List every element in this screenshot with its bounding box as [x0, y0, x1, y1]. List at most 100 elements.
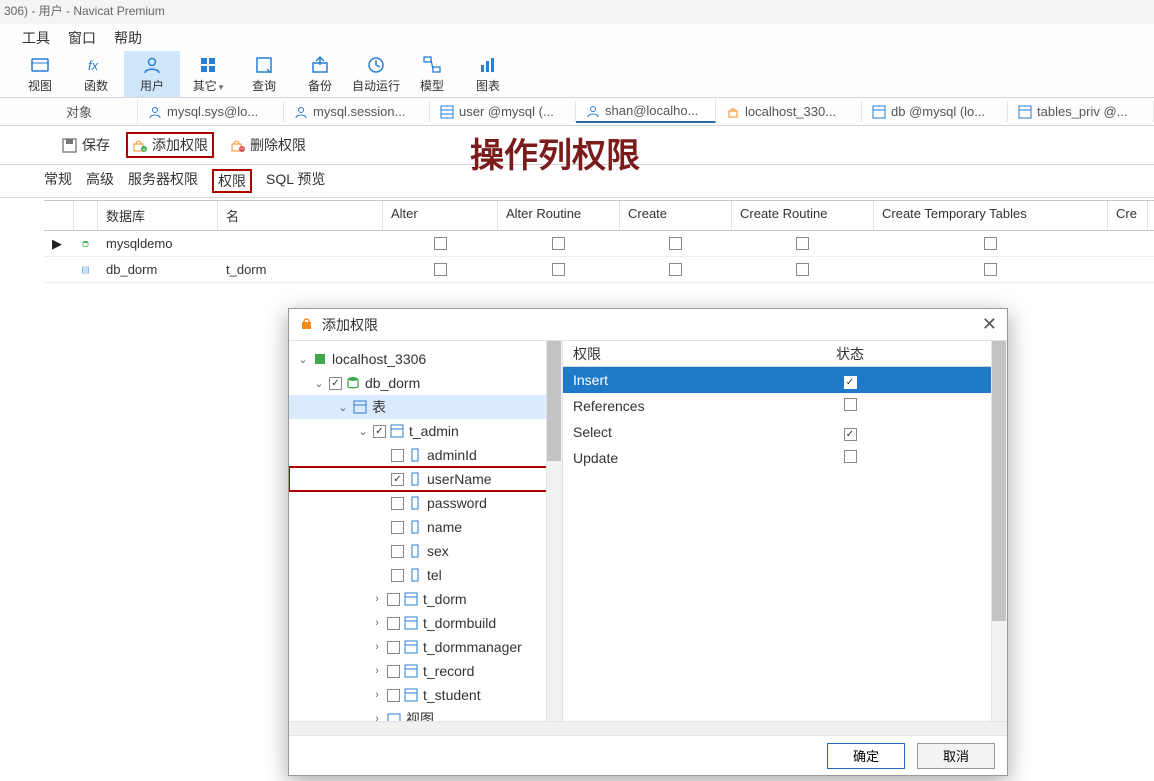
checkbox[interactable] — [796, 263, 809, 276]
database-icon — [74, 234, 98, 254]
checkbox[interactable] — [434, 237, 447, 250]
checkbox[interactable] — [796, 237, 809, 250]
tree-node-table[interactable]: ›t_student — [289, 683, 562, 707]
tree-node-table[interactable]: ›t_dormbuild — [289, 611, 562, 635]
checkbox[interactable] — [373, 425, 386, 438]
other-button[interactable]: 其它▾ — [180, 51, 236, 97]
checkbox[interactable] — [329, 377, 342, 390]
tree-node-column[interactable]: tel — [289, 563, 562, 587]
query-button[interactable]: 查询 — [236, 51, 292, 97]
autorun-button[interactable]: 自动运行 — [348, 51, 404, 97]
tree-node-column[interactable]: sex — [289, 539, 562, 563]
col-state[interactable]: 状态 — [803, 344, 897, 364]
tab-shan-localhost[interactable]: shan@localho... — [576, 100, 716, 123]
chart-button[interactable]: 图表 — [460, 51, 516, 97]
checkbox[interactable] — [391, 569, 404, 582]
tab-general[interactable]: 常规 — [44, 169, 72, 193]
checkbox[interactable] — [669, 237, 682, 250]
lock-add-icon: + — [132, 138, 147, 153]
tab-server-priv[interactable]: 服务器权限 — [128, 169, 198, 193]
checkbox[interactable] — [552, 263, 565, 276]
cell-db: db_dorm — [98, 259, 218, 280]
checkbox[interactable] — [552, 237, 565, 250]
col-cre[interactable]: Cre — [1108, 201, 1148, 230]
ok-button[interactable]: 确定 — [827, 743, 905, 769]
tree-node-column[interactable]: name — [289, 515, 562, 539]
tree-node-table[interactable]: ›t_dorm — [289, 587, 562, 611]
connection-icon — [313, 352, 328, 367]
checkbox[interactable] — [984, 237, 997, 250]
user-button[interactable]: 用户 — [124, 51, 180, 97]
table-icon — [404, 592, 419, 607]
horizontal-scrollbar[interactable] — [289, 721, 1007, 735]
tab-db-mysql[interactable]: db @mysql (lo... — [862, 101, 1008, 122]
model-button[interactable]: 模型 — [404, 51, 460, 97]
object-tree[interactable]: ⌄localhost_3306 ⌄db_dorm ⌄表 ⌄t_admin adm… — [289, 341, 563, 735]
checkbox[interactable] — [391, 545, 404, 558]
checkbox[interactable] — [844, 398, 857, 411]
view-button[interactable]: 视图 — [12, 51, 68, 97]
checkbox[interactable] — [844, 376, 857, 389]
close-button[interactable]: ✕ — [982, 314, 997, 335]
col-create-routine[interactable]: Create Routine — [732, 201, 874, 230]
checkbox[interactable] — [669, 263, 682, 276]
checkbox[interactable] — [387, 593, 400, 606]
tab-localhost-3306[interactable]: localhost_330... — [716, 101, 862, 122]
tree-node-column-username[interactable]: userName — [289, 467, 562, 491]
col-database[interactable]: 数据库 — [98, 201, 218, 230]
function-button[interactable]: fx 函数 — [68, 51, 124, 97]
checkbox[interactable] — [844, 450, 857, 463]
col-alter[interactable]: Alter — [383, 201, 498, 230]
checkbox[interactable] — [434, 263, 447, 276]
tree-node-table[interactable]: ›t_record — [289, 659, 562, 683]
col-create-temp[interactable]: Create Temporary Tables — [874, 201, 1108, 230]
tab-advanced[interactable]: 高级 — [86, 169, 114, 193]
table-row[interactable]: db_dorm t_dorm — [44, 257, 1154, 283]
cancel-button[interactable]: 取消 — [917, 743, 995, 769]
priv-row[interactable]: References — [563, 393, 1007, 419]
tree-node-table[interactable]: ›t_dormmanager — [289, 635, 562, 659]
delete-privilege-button[interactable]: −删除权限 — [224, 132, 312, 158]
priv-row[interactable]: Update — [563, 445, 1007, 471]
tree-node-tables-group[interactable]: ⌄表 — [289, 395, 562, 419]
checkbox[interactable] — [387, 617, 400, 630]
checkbox[interactable] — [391, 521, 404, 534]
menu-tools[interactable]: 工具 — [22, 28, 50, 48]
privilege-header: 权限 状态 — [563, 341, 1007, 367]
checkbox[interactable] — [844, 428, 857, 441]
col-alter-routine[interactable]: Alter Routine — [498, 201, 620, 230]
tree-node-connection[interactable]: ⌄localhost_3306 — [289, 347, 562, 371]
table-row[interactable]: ▶ mysqldemo — [44, 231, 1154, 257]
checkbox[interactable] — [391, 449, 404, 462]
tab-tables-priv[interactable]: tables_priv @... — [1008, 101, 1154, 122]
menu-window[interactable]: 窗口 — [68, 28, 96, 48]
col-create[interactable]: Create — [620, 201, 732, 230]
tree-node-database[interactable]: ⌄db_dorm — [289, 371, 562, 395]
checkbox[interactable] — [391, 497, 404, 510]
checkbox[interactable] — [387, 641, 400, 654]
user-icon — [586, 104, 600, 118]
checkbox[interactable] — [387, 665, 400, 678]
checkbox[interactable] — [984, 263, 997, 276]
priv-row[interactable]: Select — [563, 419, 1007, 445]
backup-button[interactable]: 备份 — [292, 51, 348, 97]
tab-user-mysql[interactable]: user @mysql (... — [430, 101, 576, 122]
checkbox[interactable] — [391, 473, 404, 486]
tree-node-table[interactable]: ⌄t_admin — [289, 419, 562, 443]
menu-help[interactable]: 帮助 — [114, 28, 142, 48]
col-priv[interactable]: 权限 — [563, 344, 803, 364]
checkbox[interactable] — [387, 689, 400, 702]
priv-row[interactable]: Insert — [563, 367, 1007, 393]
tab-mysql-sys[interactable]: mysql.sys@lo... — [138, 101, 284, 122]
col-name[interactable]: 名 — [218, 201, 383, 230]
tab-sql-preview[interactable]: SQL 预览 — [266, 169, 325, 193]
tree-node-column[interactable]: adminId — [289, 443, 562, 467]
save-button[interactable]: 保存 — [56, 132, 116, 158]
scrollbar[interactable] — [991, 341, 1007, 735]
tab-priv[interactable]: 权限 — [212, 169, 252, 193]
add-privilege-button[interactable]: +添加权限 — [126, 132, 214, 158]
tree-node-column[interactable]: password — [289, 491, 562, 515]
tab-mysql-session[interactable]: mysql.session... — [284, 101, 430, 122]
scrollbar[interactable] — [546, 341, 562, 735]
tab-objects[interactable]: 对象 — [56, 99, 138, 124]
